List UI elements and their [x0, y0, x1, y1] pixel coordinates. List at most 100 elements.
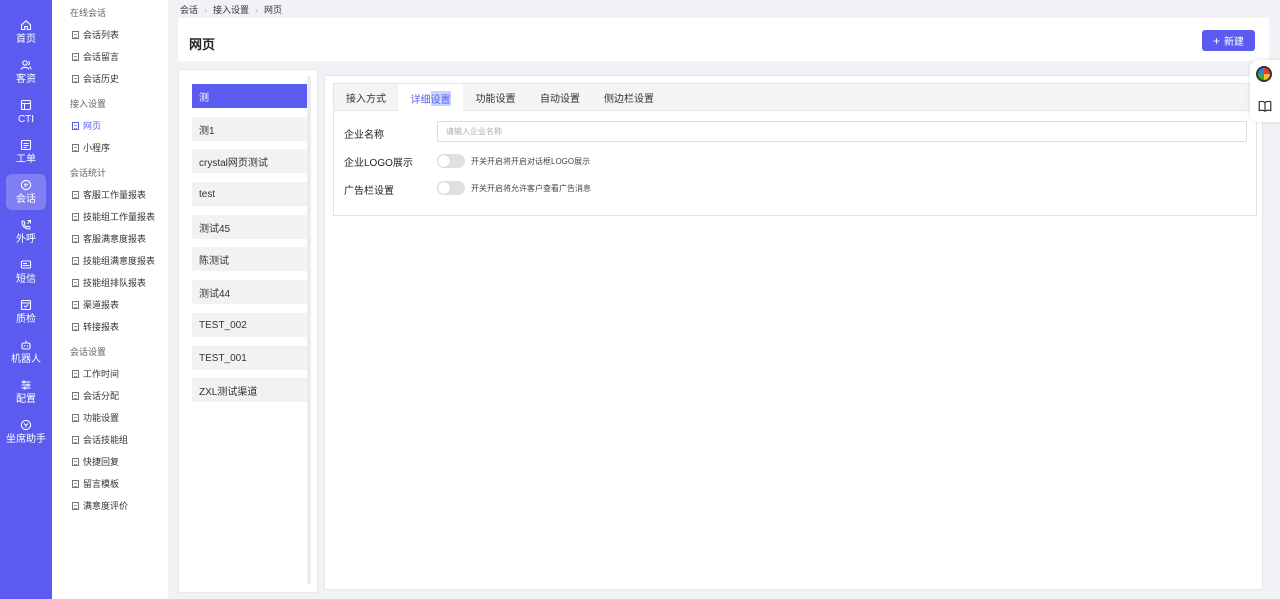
nav-config[interactable]: 配置: [0, 374, 52, 410]
nav-cti[interactable]: CTI: [0, 94, 52, 130]
menu-item-mini-program[interactable]: 小程序: [72, 141, 110, 154]
tab-function-settings[interactable]: 功能设置: [463, 84, 528, 111]
menu-group-title: 在线会话: [70, 8, 107, 18]
secondary-menu: 在线会话 会话列表 会话留言 会话历史 接入设置 网页 小程序 会话统计 客服工…: [52, 0, 168, 599]
list-scrollbar[interactable]: [307, 76, 311, 584]
breadcrumb: 会话 › 接入设置 › 网页: [180, 3, 282, 16]
channel-item[interactable]: 陈测试: [192, 247, 307, 271]
menu-item-webpage[interactable]: 网页: [72, 119, 101, 132]
document-icon: [72, 234, 79, 243]
chevron-right-icon: ›: [204, 4, 208, 15]
menu-item-report[interactable]: 技能组排队报表: [72, 276, 146, 289]
breadcrumb-item[interactable]: 接入设置: [213, 3, 249, 16]
channel-item[interactable]: 测试45: [192, 215, 307, 239]
nav-label: 配置: [16, 394, 36, 405]
settings-tabs: 接入方式 详细设置 功能设置 自动设置 侧边栏设置 企业名称 企业LOGO展示 …: [333, 83, 1257, 216]
company-name-input[interactable]: [437, 121, 1247, 142]
tab-access-method[interactable]: 接入方式: [334, 84, 398, 111]
menu-item-setting[interactable]: 会话分配: [72, 389, 119, 402]
menu-item-setting[interactable]: 快捷回复: [72, 455, 119, 468]
document-icon: [72, 190, 79, 199]
menu-item-chat-messages[interactable]: 会话留言: [72, 50, 119, 63]
channel-item[interactable]: ZXL测试渠道: [192, 378, 307, 402]
ad-bar-toggle[interactable]: [437, 181, 465, 195]
menu-item-chat-list[interactable]: 会话列表: [72, 28, 119, 41]
toggle-knob: [438, 182, 450, 194]
cti-icon: [19, 98, 33, 112]
logo-display-hint: 开关开启将开启对话框LOGO展示: [471, 157, 591, 166]
new-button[interactable]: + 新建: [1202, 30, 1255, 51]
config-icon: [19, 378, 33, 392]
ticket-icon: [19, 138, 33, 152]
menu-item-report[interactable]: 技能组工作量报表: [72, 210, 155, 223]
settings-panel: 接入方式 详细设置 功能设置 自动设置 侧边栏设置 企业名称 企业LOGO展示 …: [324, 75, 1263, 590]
document-icon: [72, 391, 79, 400]
tab-label: 详细: [410, 94, 431, 106]
channel-item[interactable]: TEST_001: [192, 346, 307, 370]
tab-auto-settings[interactable]: 自动设置: [528, 84, 592, 111]
document-icon: [72, 300, 79, 309]
menu-item-report[interactable]: 技能组满意度报表: [72, 254, 155, 267]
logo-display-label: 企业LOGO展示: [344, 158, 413, 169]
menu-item-setting[interactable]: 工作时间: [72, 367, 119, 380]
breadcrumb-item[interactable]: 会话: [180, 3, 198, 16]
channel-item[interactable]: 测1: [192, 117, 307, 141]
tab-detail-settings[interactable]: 详细 设置: [398, 84, 463, 112]
chevron-right-icon: ›: [255, 4, 259, 15]
robot-icon: [19, 338, 33, 352]
nav-label: 短信: [16, 274, 36, 285]
menu-item-setting[interactable]: 留言模板: [72, 477, 119, 490]
channel-item[interactable]: 测试44: [192, 280, 307, 304]
nav-chat[interactable]: 会话: [6, 174, 46, 210]
home-icon: [19, 18, 33, 32]
quality-check-icon: [19, 298, 33, 312]
ad-bar-label: 广告栏设置: [344, 186, 394, 197]
channel-item[interactable]: 测: [192, 84, 307, 108]
logo-display-toggle[interactable]: [437, 154, 465, 168]
channel-item[interactable]: test: [192, 182, 307, 206]
nav-label: 坐席助手: [6, 434, 46, 445]
book-icon[interactable]: [1258, 100, 1272, 112]
nav-label: 外呼: [16, 234, 36, 245]
menu-item-report[interactable]: 渠道报表: [72, 298, 119, 311]
menu-item-setting[interactable]: 满意度评价: [72, 499, 128, 512]
floating-toolbar: [1250, 60, 1280, 122]
document-icon: [72, 121, 79, 130]
menu-item-report[interactable]: 客服满意度报表: [72, 232, 146, 245]
customers-icon: [19, 58, 33, 72]
toggle-knob: [438, 155, 450, 167]
document-icon: [72, 278, 79, 287]
nav-outbound[interactable]: 外呼: [0, 214, 52, 250]
channel-item[interactable]: TEST_002: [192, 313, 307, 337]
menu-item-setting[interactable]: 功能设置: [72, 411, 119, 424]
menu-item-setting[interactable]: 会话技能组: [72, 433, 128, 446]
channel-item[interactable]: crystal网页测试: [192, 149, 307, 173]
nav-label: 首页: [16, 34, 36, 45]
nav-robot[interactable]: 机器人: [0, 334, 52, 370]
nav-quality[interactable]: 质检: [0, 294, 52, 330]
nav-label: 质检: [16, 314, 36, 325]
channel-list: 测 测1 crystal网页测试 test 测试45 陈测试 测试44 TEST…: [178, 69, 318, 593]
menu-item-report[interactable]: 转接报表: [72, 320, 119, 333]
nav-tickets[interactable]: 工单: [0, 134, 52, 170]
document-icon: [72, 143, 79, 152]
menu-item-chat-history[interactable]: 会话历史: [72, 72, 119, 85]
tab-bar: 接入方式 详细 设置 功能设置 自动设置 侧边栏设置: [334, 84, 1256, 112]
document-icon: [72, 74, 79, 83]
nav-home[interactable]: 首页: [0, 14, 52, 50]
main-nav-rail: 首页 客资 CTI 工单 会话 外呼 短信 质检 机器人 配置 坐席助手: [0, 0, 52, 599]
nav-sms[interactable]: 短信: [0, 254, 52, 290]
document-icon: [72, 322, 79, 331]
nav-agent-assistant[interactable]: 坐席助手: [0, 414, 52, 450]
company-name-label: 企业名称: [344, 130, 384, 141]
color-wheel-icon[interactable]: [1256, 66, 1272, 82]
tab-label-selected-text: 设置: [430, 90, 451, 106]
nav-customers[interactable]: 客资: [0, 54, 52, 90]
menu-item-report[interactable]: 客服工作量报表: [72, 188, 146, 201]
tab-sidebar-settings[interactable]: 侧边栏设置: [592, 84, 666, 111]
document-icon: [72, 435, 79, 444]
page-header: 网页 + 新建: [178, 18, 1269, 61]
agent-assistant-icon: [19, 418, 33, 432]
document-icon: [72, 369, 79, 378]
document-icon: [72, 52, 79, 61]
